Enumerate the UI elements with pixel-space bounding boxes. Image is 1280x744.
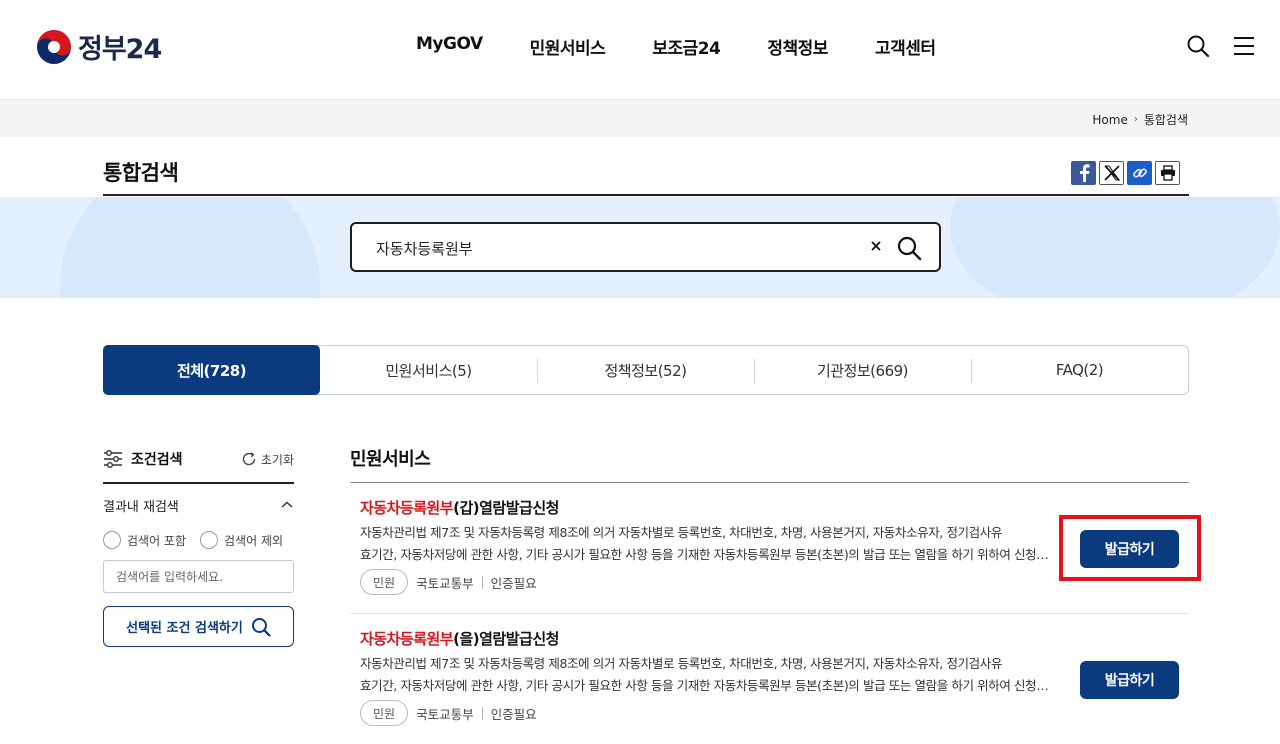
breadcrumb-current: 통합검색 bbox=[1143, 113, 1188, 127]
site-header: 정부24 MyGOV 민원서비스 보조금24 정책정보 고객센터 bbox=[0, 0, 1280, 100]
issue-button[interactable]: 발급하기 bbox=[1080, 661, 1179, 699]
apply-filter-button[interactable]: 선택된 조건 검색하기 bbox=[103, 606, 294, 647]
result-title-rest: (갑)열람발급신청 bbox=[453, 499, 559, 517]
result-category-tabs: 전체(728) 민원서비스(5) 정책정보(52) 기관정보(669) FAQ(… bbox=[103, 345, 1189, 395]
auth-requirement: 인증필요 bbox=[490, 706, 537, 722]
result-title-highlight: 자동차등록원부 bbox=[360, 499, 454, 517]
tab-policy-info[interactable]: 정책정보(52) bbox=[537, 346, 754, 394]
decorative-circle bbox=[60, 197, 320, 298]
agency-name: 국토교통부 bbox=[416, 706, 474, 722]
auth-requirement: 인증필요 bbox=[490, 575, 537, 591]
result-description-line: 자동차관리법 제7조 및 자동차등록령 제8조에 의거 자동차별로 등록번호, … bbox=[360, 525, 1002, 540]
breadcrumb: Home › 통합검색 bbox=[1092, 111, 1188, 128]
breadcrumb-home[interactable]: Home bbox=[1092, 113, 1127, 127]
filter-title-label: 조건검색 bbox=[131, 452, 183, 468]
category-badge: 민원 bbox=[360, 569, 409, 595]
result-title-rest: (을)열람발급신청 bbox=[453, 630, 559, 648]
page-title: 통합검색 bbox=[103, 161, 179, 185]
result-title[interactable]: 자동차등록원부(을)열람발급신청 bbox=[360, 628, 559, 649]
tab-faq[interactable]: FAQ(2) bbox=[971, 346, 1188, 394]
title-divider bbox=[103, 194, 1189, 196]
search-query-text[interactable]: 자동차등록원부 bbox=[376, 238, 473, 259]
search-input[interactable]: 자동차등록원부 bbox=[350, 222, 941, 272]
agency-name: 국토교통부 bbox=[416, 575, 474, 591]
refine-title: 결과내 재검색 bbox=[103, 499, 179, 515]
search-icon bbox=[251, 617, 271, 637]
result-title-highlight: 자동차등록원부 bbox=[360, 630, 454, 648]
chevron-up-icon[interactable] bbox=[280, 500, 294, 510]
exclude-radio[interactable]: 검색어 제외 bbox=[200, 531, 283, 549]
radio-circle[interactable] bbox=[200, 531, 219, 549]
refresh-icon bbox=[242, 452, 256, 466]
meta-divider bbox=[481, 706, 483, 720]
list-item: 자동차등록원부(을)열람발급신청 자동차관리법 제7조 및 자동차등록령 제8조… bbox=[350, 628, 1189, 738]
exclude-label: 검색어 제외 bbox=[224, 533, 284, 548]
apply-filter-label: 선택된 조건 검색하기 bbox=[126, 621, 243, 636]
share-tools bbox=[1071, 161, 1180, 185]
tab-agency-info[interactable]: 기관정보(669) bbox=[754, 346, 971, 394]
refine-section-header[interactable]: 결과내 재검색 bbox=[103, 496, 294, 515]
section-title: 민원서비스 bbox=[350, 449, 431, 470]
nav-item-customer-center[interactable]: 고객센터 bbox=[875, 34, 936, 59]
filter-title: 조건검색 bbox=[103, 449, 183, 469]
search-submit-icon[interactable] bbox=[896, 235, 922, 261]
logo-text: 정부24 bbox=[78, 34, 162, 65]
result-meta: 민원 국토교통부 인증필요 bbox=[360, 569, 537, 595]
filter-header: 조건검색 초기화 bbox=[103, 448, 294, 470]
nav-item-civil-service[interactable]: 민원서비스 bbox=[530, 34, 606, 59]
facebook-icon[interactable] bbox=[1071, 161, 1096, 185]
clear-icon[interactable] bbox=[866, 236, 886, 256]
tab-all[interactable]: 전체(728) bbox=[103, 345, 320, 395]
radio-circle[interactable] bbox=[103, 531, 121, 549]
result-title[interactable]: 자동차등록원부(갑)열람발급신청 bbox=[360, 497, 559, 518]
reset-label: 초기화 bbox=[260, 452, 294, 467]
nav-item-mygov[interactable]: MyGOV bbox=[416, 34, 483, 59]
refine-search-input[interactable]: 검색어를 입력하세요. bbox=[103, 560, 294, 593]
category-badge: 민원 bbox=[360, 700, 409, 726]
x-icon[interactable] bbox=[1099, 161, 1124, 185]
filter-divider bbox=[103, 482, 294, 484]
menu-icon[interactable] bbox=[1232, 34, 1256, 58]
sliders-icon bbox=[104, 450, 122, 468]
meta-divider bbox=[481, 575, 483, 589]
annotation-highlight-box bbox=[1059, 515, 1201, 581]
include-label: 검색어 포함 bbox=[127, 533, 187, 548]
result-description-line: 효기간, 자동차저당에 관한 사항, 기타 공시가 필요한 사항 등을 기재한 … bbox=[360, 547, 1058, 562]
main-nav: MyGOV 민원서비스 보조금24 정책정보 고객센터 bbox=[416, 34, 983, 59]
print-icon[interactable] bbox=[1155, 161, 1180, 185]
taegeuk-emblem-icon bbox=[37, 29, 71, 64]
include-radio[interactable]: 검색어 포함 bbox=[103, 531, 186, 549]
section-divider bbox=[350, 482, 1189, 483]
site-logo[interactable]: 정부24 bbox=[36, 27, 162, 66]
filter-sidebar: 조건검색 초기화 결과내 재검색 검색어 포함 검색어 제외 검색어를 입력하세… bbox=[103, 448, 294, 647]
search-icon[interactable] bbox=[1186, 34, 1210, 58]
result-divider bbox=[350, 613, 1189, 614]
result-description: 자동차관리법 제7조 및 자동차등록령 제8조에 의거 자동차별로 등록번호, … bbox=[360, 522, 1058, 566]
nav-item-policy[interactable]: 정책정보 bbox=[767, 34, 828, 59]
breadcrumb-bar: Home › 통합검색 bbox=[0, 99, 1280, 137]
reset-button[interactable]: 초기화 bbox=[241, 451, 294, 468]
result-description-line: 효기간, 자동차저당에 관한 사항, 기타 공시가 필요한 사항 등을 기재한 … bbox=[360, 678, 1058, 693]
link-icon[interactable] bbox=[1127, 161, 1152, 185]
result-description: 자동차관리법 제7조 및 자동차등록령 제8조에 의거 자동차별로 등록번호, … bbox=[360, 653, 1058, 697]
tab-civil-service[interactable]: 민원서비스(5) bbox=[320, 346, 537, 394]
nav-item-subsidy24[interactable]: 보조금24 bbox=[652, 34, 721, 59]
decorative-circle bbox=[950, 197, 1280, 298]
refine-options: 검색어 포함 검색어 제외 bbox=[103, 531, 294, 549]
result-meta: 민원 국토교통부 인증필요 bbox=[360, 700, 537, 726]
chevron-right-icon: › bbox=[1133, 114, 1138, 125]
result-description-line: 자동차관리법 제7조 및 자동차등록령 제8조에 의거 자동차별로 등록번호, … bbox=[360, 656, 1002, 671]
